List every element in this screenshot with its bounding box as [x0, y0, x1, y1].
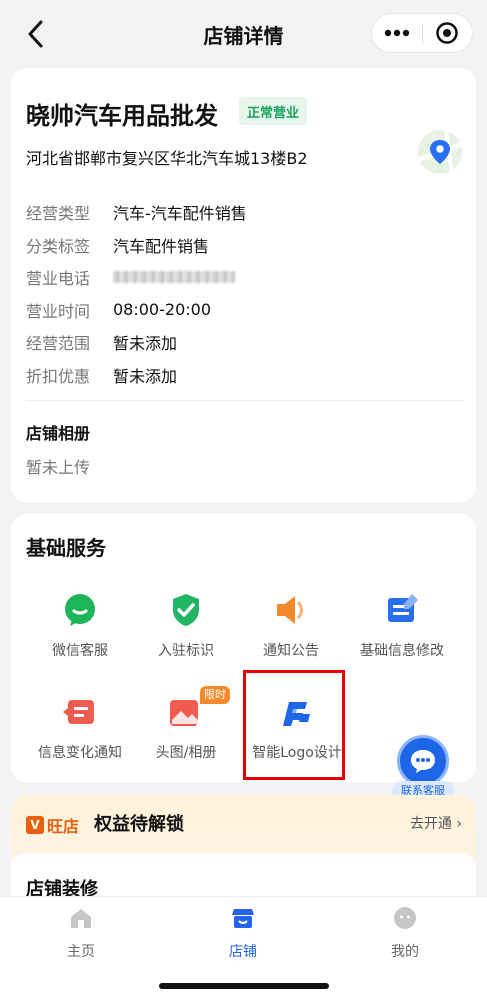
map-location-icon[interactable]	[418, 130, 462, 174]
section-title: 基础服务	[26, 536, 106, 560]
info-row-discount: 折扣优惠 暂未添加	[26, 359, 247, 392]
tab-label: 店铺	[229, 944, 257, 960]
phone-number-blurred[interactable]	[113, 271, 235, 284]
home-icon	[71, 909, 91, 928]
album-empty-text: 暂未上传	[26, 458, 91, 477]
edit-form-icon	[388, 594, 418, 622]
rights-title: 权益待解锁	[94, 814, 184, 835]
activate-link[interactable]: 去开通 ›	[410, 813, 462, 833]
profile-face-icon	[394, 907, 416, 929]
wangdian-logo-icon: V	[26, 816, 44, 834]
contact-cs-float[interactable]: 联系客服	[392, 735, 454, 801]
store-info-card: 晓帅汽车用品批发 正常营业 河北省邯郸市复兴区华北汽车城13楼B2 经营类型 汽…	[11, 68, 476, 502]
service-label: 信息变化通知	[38, 745, 122, 761]
highlight-box	[243, 670, 345, 780]
speaker-icon	[277, 596, 303, 624]
info-value: 暂未添加	[113, 334, 178, 354]
divider	[26, 400, 464, 401]
tab-store[interactable]: 店铺	[203, 905, 283, 961]
miniprogram-capsule	[371, 13, 473, 53]
tab-home[interactable]: 主页	[41, 905, 121, 961]
service-verified-badge[interactable]: 入驻标识	[128, 590, 244, 680]
store-icon	[232, 909, 254, 928]
status-badge: 正常营业	[239, 97, 308, 125]
info-value: 暂未添加	[113, 366, 178, 386]
info-row-tag: 分类标签 汽车配件销售	[26, 229, 247, 262]
service-label: 入驻标识	[158, 643, 214, 659]
store-name: 晓帅汽车用品批发	[26, 102, 218, 130]
verified-shield-icon	[173, 594, 199, 626]
store-info-list: 经营类型 汽车-汽车配件销售 分类标签 汽车配件销售 营业电话 营业时间 08:…	[26, 196, 247, 391]
service-wechat-cs[interactable]: 微信客服	[22, 590, 138, 680]
tab-label: 主页	[67, 944, 95, 960]
album-title: 店铺相册	[26, 424, 91, 443]
chat-bubble-icon	[397, 735, 449, 787]
service-label: 基础信息修改	[360, 643, 444, 659]
info-value: 汽车配件销售	[113, 236, 210, 256]
info-key: 营业时间	[26, 301, 91, 321]
tab-mine[interactable]: 我的	[365, 905, 445, 961]
service-announcement[interactable]: 通知公告	[233, 590, 349, 680]
info-key: 折扣优惠	[26, 366, 91, 386]
info-row-scope: 经营范围 暂未添加	[26, 326, 247, 359]
more-menu-icon[interactable]	[372, 13, 422, 53]
service-edit-info[interactable]: 基础信息修改	[344, 590, 460, 680]
service-change-notify[interactable]: 信息变化通知	[22, 692, 138, 782]
store-address: 河北省邯郸市复兴区华北汽车城13楼B2	[26, 149, 308, 168]
close-target-icon[interactable]	[422, 13, 472, 53]
info-row-type: 经营类型 汽车-汽车配件销售	[26, 196, 247, 229]
info-row-phone: 营业电话	[26, 261, 247, 294]
service-head-album[interactable]: 限时 头图/相册	[128, 686, 244, 782]
info-value: 汽车-汽车配件销售	[113, 204, 247, 224]
top-nav-bar: 店铺详情	[0, 0, 487, 68]
service-label: 头图/相册	[155, 745, 217, 761]
wechat-chat-icon	[65, 594, 95, 626]
home-indicator	[159, 983, 329, 989]
notification-card-icon	[63, 700, 94, 724]
wangdian-logo-text: 旺店	[47, 817, 80, 836]
limited-time-badge: 限时	[200, 686, 230, 704]
chevron-right-icon: ›	[456, 816, 462, 832]
service-label: 通知公告	[263, 643, 319, 659]
info-key: 分类标签	[26, 236, 91, 256]
wangdian-logo: V 旺店	[26, 813, 79, 837]
activate-link-text: 去开通	[409, 816, 452, 832]
service-label: 微信客服	[52, 643, 108, 659]
info-key: 营业电话	[26, 269, 91, 289]
info-value: 08:00-20:00	[113, 300, 211, 320]
tab-label: 我的	[391, 944, 419, 960]
info-key: 经营范围	[26, 334, 91, 354]
info-key: 经营类型	[26, 204, 91, 224]
info-row-hours: 营业时间 08:00-20:00	[26, 294, 247, 327]
